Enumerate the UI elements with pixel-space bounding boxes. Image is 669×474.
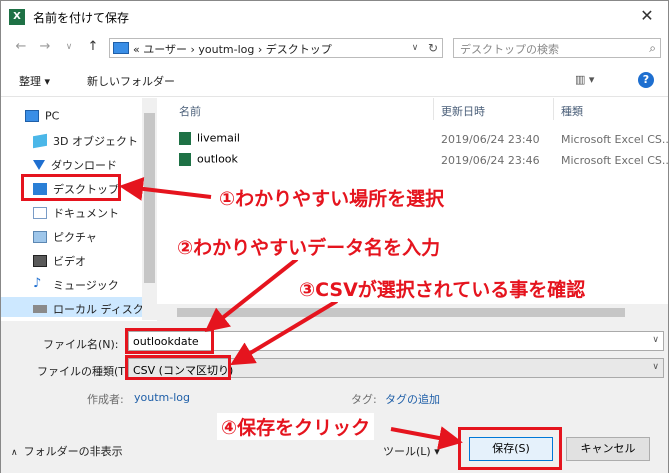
address-bar[interactable]: « ユーザー › youtm-log › デスクトップ ∨ ↻ (109, 38, 443, 58)
sidebar-scrollbar-thumb[interactable] (144, 113, 155, 283)
annotation-step1: ①わかりやすい場所を選択 (215, 184, 449, 211)
file-date: 2019/06/24 23:46 (441, 154, 540, 167)
drive-icon (33, 305, 47, 313)
hide-folders-button[interactable]: ∧ フォルダーの非表示 (11, 443, 123, 459)
search-input[interactable]: デスクトップの検索 ⌕ (453, 38, 661, 58)
filename-label: ファイル名(N): (43, 338, 119, 351)
excel-csv-icon (179, 131, 191, 145)
organize-button[interactable]: 整理 ▾ (19, 73, 50, 89)
file-type: Microsoft Excel CS... (561, 154, 669, 167)
highlight-save (458, 427, 562, 470)
search-placeholder: デスクトップの検索 (460, 43, 559, 56)
tools-button[interactable]: ツール(L) ▾ (383, 443, 440, 459)
highlight-filetype (125, 355, 231, 380)
new-folder-button[interactable]: 新しいフォルダー (87, 73, 175, 89)
up-button[interactable]: ↑ (85, 39, 101, 55)
back-button[interactable]: ← (13, 39, 29, 55)
pc-icon (25, 110, 39, 122)
cancel-button[interactable]: キャンセル (566, 437, 650, 461)
annotation-step3: ③CSVが選択されている事を確認 (295, 275, 590, 302)
refresh-icon[interactable]: ↻ (426, 40, 440, 56)
highlight-filename (125, 328, 214, 354)
sidebar-item-local-disk[interactable]: ローカル ディスク (C (33, 301, 143, 321)
pc-icon (113, 42, 129, 54)
recent-locations-button[interactable]: ∨ (61, 39, 77, 55)
forward-button[interactable]: → (37, 39, 53, 55)
window-title: 名前を付けて保存 (33, 11, 130, 25)
chevron-up-icon: ∧ (11, 448, 18, 458)
3d-objects-icon (33, 133, 47, 149)
close-button[interactable]: ✕ (635, 5, 659, 27)
annotation-step4: ④保存をクリック (217, 413, 375, 440)
videos-icon (33, 255, 47, 267)
column-header-name[interactable]: 名前 (179, 103, 201, 119)
view-options-button[interactable]: ▥ ▾ (575, 73, 594, 86)
chevron-down-icon[interactable]: ∨ (652, 362, 659, 372)
file-row[interactable]: livemail (179, 131, 240, 151)
author-label: 作成者: (87, 393, 124, 406)
pictures-icon (33, 231, 47, 243)
tags-value[interactable]: タグの追加 (385, 391, 440, 407)
column-divider[interactable] (553, 98, 554, 120)
documents-icon (33, 207, 47, 219)
file-row[interactable]: outlook (179, 152, 238, 172)
highlight-desktop (21, 174, 121, 201)
chevron-down-icon[interactable]: ∨ (408, 40, 422, 56)
download-icon (33, 160, 45, 170)
column-header-type[interactable]: 種類 (561, 103, 583, 119)
help-icon[interactable]: ? (638, 72, 654, 88)
tags-label: タグ: (351, 393, 377, 406)
annotation-step2: ②わかりやすいデータ名を入力 (173, 233, 445, 260)
sidebar-item-pc[interactable]: PC (25, 109, 161, 129)
column-divider[interactable] (433, 98, 434, 120)
chevron-down-icon[interactable]: ∨ (652, 335, 659, 345)
author-value[interactable]: youtm-log (134, 391, 190, 404)
excel-icon: X (9, 9, 25, 25)
save-as-dialog: X 名前を付けて保存 ✕ ← → ∨ ↑ « ユーザー › youtm-log … (0, 0, 669, 473)
column-header-date[interactable]: 更新日時 (441, 103, 485, 119)
file-date: 2019/06/24 23:40 (441, 133, 540, 146)
search-icon: ⌕ (649, 41, 656, 55)
address-path[interactable]: « ユーザー › youtm-log › デスクトップ (133, 41, 332, 57)
file-type: Microsoft Excel CS... (561, 133, 669, 146)
excel-csv-icon (179, 152, 191, 166)
filetype-label: ファイルの種類(T): (37, 365, 134, 378)
horizontal-scrollbar-thumb[interactable] (177, 308, 625, 317)
music-icon: ♪ (33, 276, 42, 291)
